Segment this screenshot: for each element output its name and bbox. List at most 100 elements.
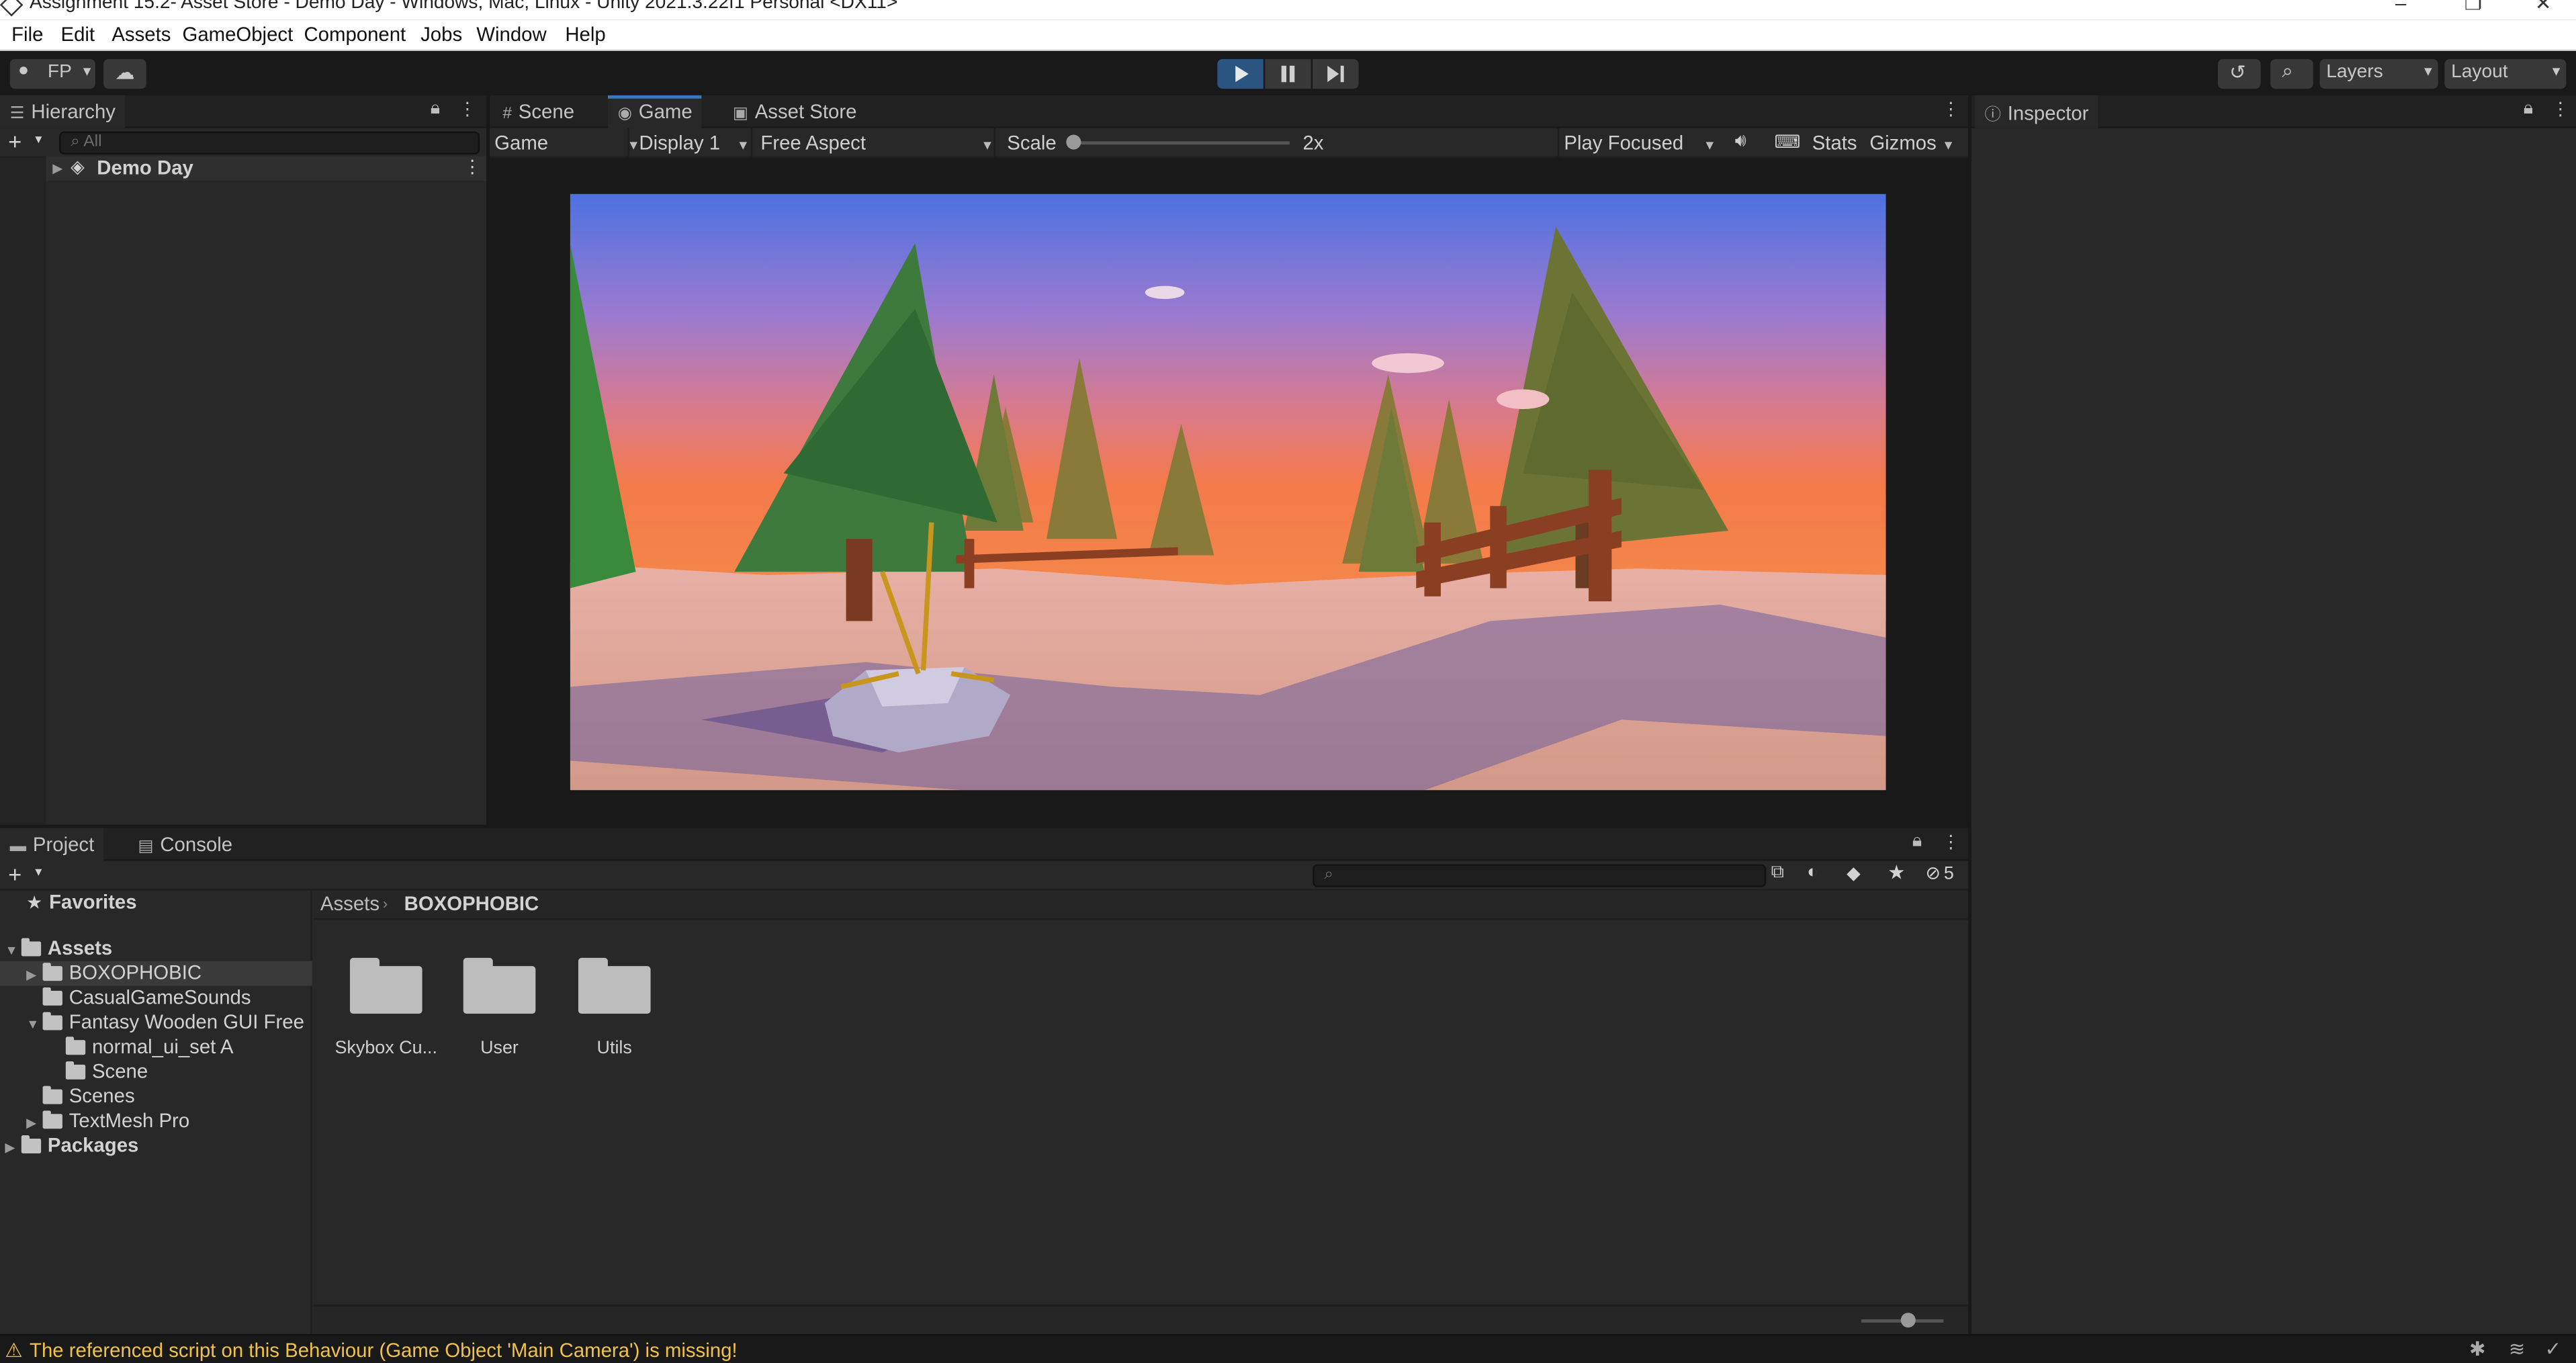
- layers-dropdown[interactable]: Layers ▼: [2319, 59, 2438, 89]
- label-tag-icon[interactable]: ◆: [1847, 863, 1861, 883]
- keyboard-icon[interactable]: ⌨: [1774, 132, 1800, 152]
- tree-item-packages[interactable]: ▶ Packages: [5, 1134, 138, 1159]
- menu-help[interactable]: Help: [565, 23, 605, 46]
- lock-icon[interactable]: 🔒︎: [2524, 99, 2533, 120]
- tree-item-scenes[interactable]: Scenes: [42, 1084, 135, 1109]
- game-mode-dropdown[interactable]: Game ▼: [494, 132, 640, 155]
- game-view-render[interactable]: [570, 193, 1886, 791]
- search-type-icon[interactable]: ⧉: [1771, 863, 1784, 884]
- play-focused-dropdown[interactable]: Play Focused ▼: [1564, 132, 1716, 155]
- folder-icon: [65, 1061, 86, 1080]
- icon-size-slider-handle[interactable]: [1900, 1313, 1916, 1328]
- favorite-star-icon[interactable]: ★: [1887, 861, 1905, 884]
- chevron-down-icon[interactable]: ▼: [33, 867, 44, 879]
- tree-item-fantasy-wooden-gui[interactable]: ▼ Fantasy Wooden GUI Free: [26, 1010, 304, 1035]
- hierarchy-tabbar: ☰ Hierarchy 🔒︎ ⋮: [0, 95, 486, 128]
- tab-hierarchy[interactable]: ☰ Hierarchy: [0, 95, 126, 128]
- menu-window[interactable]: Window: [476, 23, 546, 46]
- chevron-down-icon[interactable]: ▼: [1942, 132, 1955, 155]
- breadcrumb-boxophobic[interactable]: BOXOPHOBIC: [404, 892, 539, 917]
- unity-editor-window: Assignment 15.2- Asset Store - Demo Day …: [0, 0, 2576, 1363]
- more-options-icon[interactable]: ⋮: [1942, 99, 1960, 120]
- tree-item-normal-ui-set[interactable]: normal_ui_set A: [65, 1035, 233, 1060]
- more-options-icon[interactable]: ⋮: [2551, 99, 2569, 120]
- account-button[interactable]: ● FP ▼: [9, 59, 95, 89]
- breadcrumb-assets[interactable]: Assets: [320, 892, 380, 917]
- layout-dropdown[interactable]: Layout ▼: [2444, 59, 2567, 89]
- chevron-down-icon[interactable]: ▼: [33, 135, 44, 146]
- folder-icon[interactable]: [463, 955, 536, 1014]
- game-panel: # Scene ◉ Game ▣ Asset Store ⋮ Game ▼ Displa…: [489, 95, 1969, 825]
- gamepad-icon: ◉: [617, 105, 632, 124]
- account-icon: ●: [17, 60, 30, 81]
- tree-item-textmesh-pro[interactable]: ▶ TextMesh Pro: [26, 1109, 189, 1134]
- debug-bug-icon[interactable]: ✱: [2469, 1337, 2486, 1360]
- add-icon[interactable]: +: [8, 128, 21, 155]
- folder-icon[interactable]: [349, 955, 423, 1014]
- folder-icon[interactable]: [578, 955, 651, 1014]
- tree-item-casualgamesounds[interactable]: CasualGameSounds: [42, 985, 251, 1010]
- folder-skybox-label[interactable]: Skybox Cu...: [328, 1039, 443, 1058]
- chevron-down-icon: ▼: [1703, 138, 1716, 153]
- hierarchy-search-input[interactable]: ⌕ All: [59, 131, 480, 155]
- menu-bar: File Edit Assets GameObject Component Jo…: [0, 19, 2576, 51]
- scale-slider-handle[interactable]: [1066, 134, 1081, 150]
- add-icon[interactable]: +: [8, 861, 21, 887]
- menu-file[interactable]: File: [11, 23, 43, 46]
- status-message[interactable]: The referenced script on this Behaviour …: [30, 1339, 738, 1362]
- maximize-icon[interactable]: ❐: [2464, 0, 2482, 15]
- more-options-icon[interactable]: ⋮: [1942, 832, 1960, 852]
- minimize-icon[interactable]: –: [2395, 0, 2406, 15]
- more-options-icon[interactable]: ⋮: [463, 156, 482, 177]
- menu-edit[interactable]: Edit: [60, 23, 95, 46]
- close-icon[interactable]: ✕: [2535, 0, 2552, 15]
- folder-utils-label[interactable]: Utils: [557, 1039, 672, 1058]
- tab-console[interactable]: ▤ Console: [128, 828, 242, 861]
- menu-gameobject[interactable]: GameObject: [182, 23, 293, 46]
- step-icon: [1327, 65, 1344, 83]
- tab-scene[interactable]: # Scene: [493, 95, 584, 128]
- tab-inspector[interactable]: ⓘ Inspector: [1974, 95, 2099, 128]
- chevron-down-icon: ▼: [80, 64, 94, 79]
- folder-icon: ▬: [9, 838, 27, 856]
- more-options-icon[interactable]: ⋮: [458, 99, 476, 120]
- pause-button[interactable]: [1265, 59, 1311, 89]
- tab-asset-store[interactable]: ▣ Asset Store: [723, 95, 867, 128]
- lock-icon[interactable]: 🔒︎: [431, 99, 440, 120]
- step-button[interactable]: [1313, 59, 1359, 89]
- menu-assets[interactable]: Assets: [112, 23, 171, 46]
- stats-button[interactable]: Stats: [1812, 132, 1857, 155]
- search-button[interactable]: ⌕: [2270, 59, 2313, 89]
- favorites-item[interactable]: ★ Favorites: [26, 891, 136, 916]
- expand-arrow-icon[interactable]: ▶: [52, 161, 69, 176]
- view-tabbar: # Scene ◉ Game ▣ Asset Store ⋮: [489, 95, 1969, 128]
- filter-by-type-icon[interactable]: ◐: [1807, 863, 1818, 882]
- undo-history-button[interactable]: ↺: [2217, 59, 2261, 89]
- tree-item-scene[interactable]: Scene: [65, 1060, 148, 1085]
- tab-project[interactable]: ▬ Project: [0, 828, 104, 861]
- chevron-down-icon: ▼: [2549, 64, 2563, 79]
- hidden-packages-icon[interactable]: ⊘ 5: [1925, 863, 1953, 883]
- console-icon: ▤: [138, 838, 154, 856]
- progress-check-icon[interactable]: ✓: [2545, 1337, 2562, 1360]
- cloud-button[interactable]: ☁: [103, 59, 146, 89]
- tree-item-assets[interactable]: ▼ Assets: [5, 936, 112, 961]
- lock-icon[interactable]: 🔒︎: [1912, 832, 1922, 853]
- tree-item-boxophobic[interactable]: ▶ BOXOPHOBIC: [26, 961, 202, 986]
- menu-jobs[interactable]: Jobs: [420, 23, 462, 46]
- cache-server-icon[interactable]: ≋: [2509, 1337, 2526, 1360]
- scene-row[interactable]: ▶ ◈ Demo Day ⋮: [46, 156, 486, 181]
- cloud-icon: ☁: [115, 60, 135, 84]
- play-button[interactable]: [1217, 59, 1263, 89]
- menu-component[interactable]: Component: [304, 23, 406, 46]
- mute-audio-icon[interactable]: 🔊︎: [1735, 132, 1746, 153]
- project-search-input[interactable]: ⌕: [1313, 864, 1767, 887]
- aspect-dropdown[interactable]: Free Aspect ▼: [760, 132, 993, 155]
- gizmos-button[interactable]: Gizmos: [1869, 132, 1936, 155]
- folder-user-label[interactable]: User: [442, 1039, 557, 1058]
- tab-game[interactable]: ◉ Game: [607, 95, 703, 128]
- scale-slider-track[interactable]: [1073, 141, 1290, 145]
- account-label: FP: [47, 62, 72, 83]
- hierarchy-gutter: [0, 157, 46, 825]
- display-dropdown[interactable]: Display 1 ▼: [639, 132, 750, 155]
